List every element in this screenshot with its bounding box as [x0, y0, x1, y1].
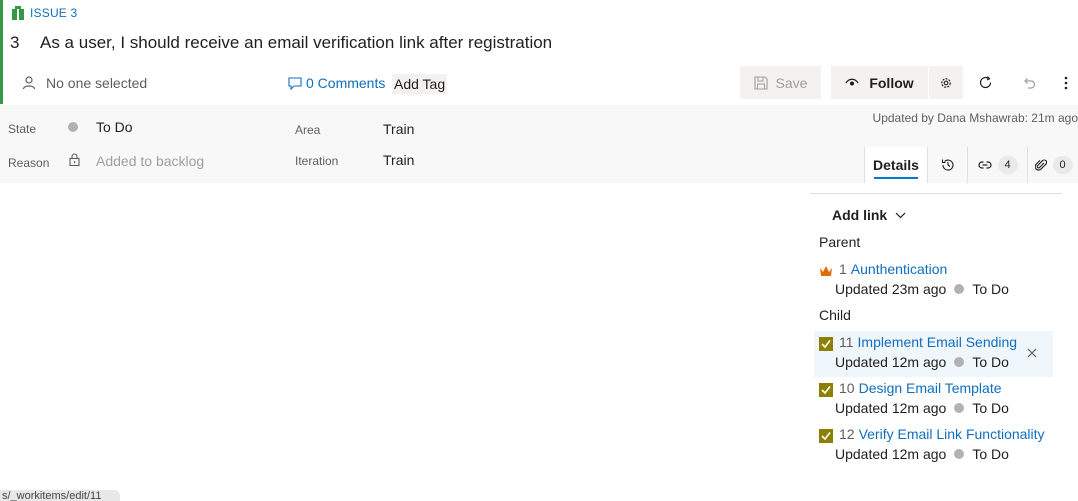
state-dot [954, 403, 965, 413]
iteration-dropdown[interactable]: Train [383, 152, 414, 168]
work-item-type-label[interactable]: ISSUE 3 [30, 6, 77, 20]
comment-icon [288, 76, 302, 90]
follow-settings-button[interactable] [929, 66, 963, 99]
comments-link[interactable]: 0 Comments [288, 75, 385, 91]
reason-label: Reason [8, 156, 50, 170]
child-link-item[interactable]: 11 Implement Email Sending Updated 12m ag… [814, 331, 1053, 377]
tab-links[interactable]: 4 [967, 147, 1027, 183]
work-item-toolbar: Save Follow [740, 66, 1078, 99]
links-count-badge: 4 [997, 156, 1018, 174]
iteration-label: Iteration [295, 154, 339, 168]
save-icon [753, 75, 768, 90]
work-item-type-accent-bar [0, 0, 3, 104]
state-dot [954, 357, 965, 367]
task-checkbox-icon [819, 337, 833, 351]
assignee-picker[interactable]: No one selected [22, 75, 147, 91]
area-dropdown[interactable]: Train [383, 121, 414, 137]
undo-icon [1024, 77, 1036, 89]
child-link-meta: Updated 12m ago To Do [835, 400, 1009, 416]
parent-section-label: Parent [819, 234, 861, 250]
child-link-meta: Updated 12m ago To Do [835, 446, 1009, 462]
task-checkbox-icon [819, 429, 833, 443]
assignee-label: No one selected [46, 75, 148, 91]
attachments-count-badge: 0 [1052, 156, 1073, 174]
work-item-id: 3 [10, 33, 20, 52]
work-item-title[interactable]: As a user, I should receive an email ver… [40, 33, 552, 53]
add-link-label: Add link [832, 207, 888, 223]
child-section-label: Child [819, 307, 851, 323]
child-link-title[interactable]: 11 Implement Email Sending [839, 334, 1017, 350]
work-item-meta-row: No one selected 0 Comments Add Tag [22, 68, 448, 98]
epic-crown-icon [820, 266, 832, 276]
save-label: Save [775, 74, 808, 91]
task-checkbox-icon [819, 383, 833, 397]
follow-button[interactable]: Follow [831, 66, 928, 99]
tab-history[interactable] [927, 147, 967, 183]
lock-icon [69, 153, 80, 166]
state-dot [954, 449, 965, 459]
save-button[interactable]: Save [740, 66, 821, 99]
child-link-title[interactable]: 10 Design Email Template [839, 380, 1002, 396]
more-vertical-icon [1064, 76, 1068, 89]
child-link-item[interactable]: 10 Design Email Template Updated 12m ago … [814, 377, 1053, 423]
follow-label: Follow [869, 74, 914, 91]
add-link-button[interactable]: Add link [832, 207, 906, 223]
gear-icon [941, 77, 951, 88]
reason-value: Added to backlog [96, 153, 205, 169]
item-tabs: Details 4 0 [864, 147, 1078, 183]
state-label: State [8, 122, 37, 136]
issue-icon [12, 6, 24, 20]
undo-button[interactable] [1007, 66, 1051, 99]
add-tag-button[interactable]: Add Tag [392, 74, 448, 94]
tab-details-label: Details [873, 157, 919, 173]
eye-icon [845, 78, 859, 85]
child-link-item[interactable]: 12 Verify Email Link Functionality Update… [814, 423, 1053, 469]
status-bar-url: s/_workitems/edit/11 [0, 490, 120, 501]
tab-attachments[interactable]: 0 [1027, 147, 1078, 183]
person-icon [22, 76, 36, 90]
work-item-title-row: 3 As a user, I should receive an email v… [10, 33, 552, 53]
refresh-icon [979, 76, 991, 89]
parent-link-title[interactable]: 1 Aunthentication [839, 261, 947, 277]
close-icon[interactable] [1025, 346, 1039, 360]
link-icon [977, 161, 992, 169]
parent-link-meta: Updated 23m ago To Do [835, 281, 1009, 297]
state-dot [68, 122, 78, 132]
comments-count: 0 Comments [306, 75, 386, 91]
child-link-meta: Updated 12m ago To Do [835, 354, 1009, 370]
tab-details[interactable]: Details [864, 147, 927, 183]
related-work-panel: Add link Parent 1 Aunthentication Updated… [810, 193, 1062, 462]
state-dropdown[interactable]: To Do [96, 119, 133, 135]
area-label: Area [295, 123, 321, 137]
updated-by-text[interactable]: Updated by Dana Mshawrab: 21m ago [873, 111, 1078, 125]
parent-link-item[interactable]: 1 Aunthentication Updated 23m ago To Do [814, 258, 1053, 304]
more-actions-button[interactable] [1051, 66, 1078, 99]
state-dot [954, 284, 965, 294]
child-link-title[interactable]: 12 Verify Email Link Functionality [839, 426, 1045, 442]
refresh-button[interactable] [963, 66, 1007, 99]
history-icon [941, 159, 953, 171]
work-item-type: ISSUE 3 [12, 6, 77, 20]
paperclip-icon [1034, 159, 1047, 171]
chevron-down-icon [895, 212, 906, 218]
